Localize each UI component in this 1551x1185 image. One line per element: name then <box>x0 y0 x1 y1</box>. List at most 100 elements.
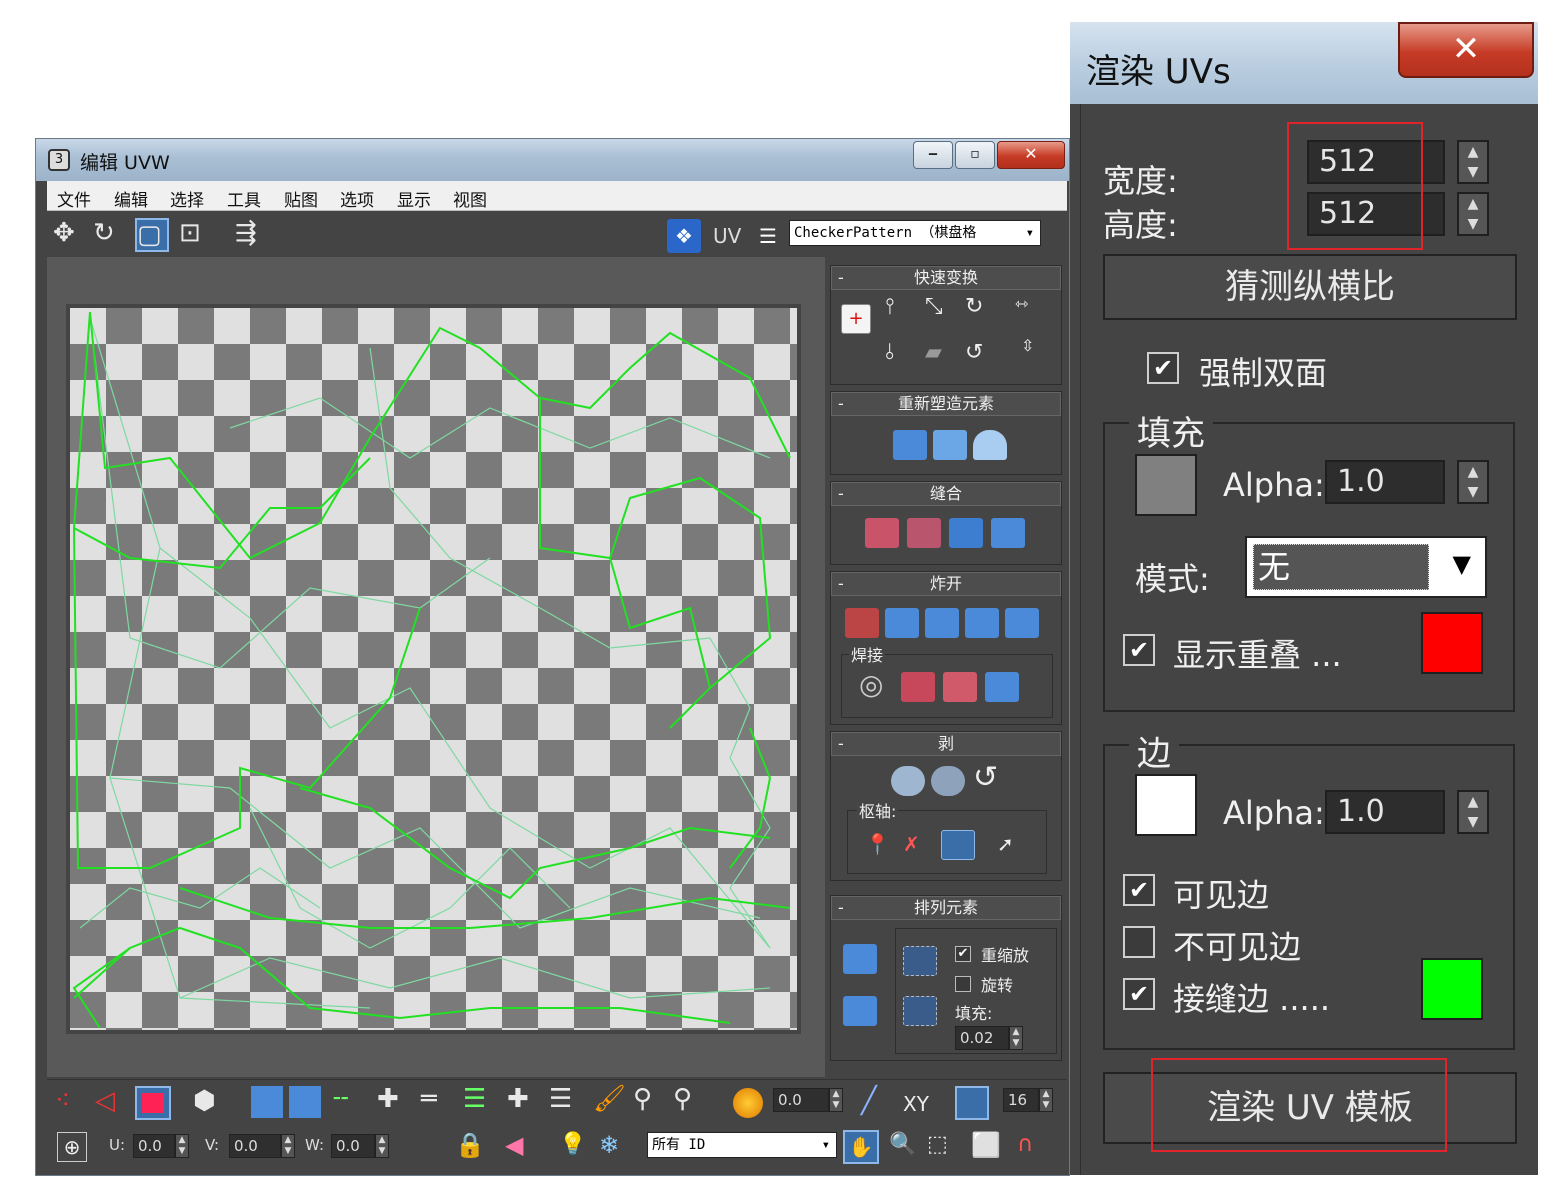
v-spinner[interactable]: ▲ ▼ <box>281 1134 295 1158</box>
grid-size-input[interactable]: 16 <box>1003 1088 1039 1112</box>
weld-target-icon[interactable]: ◎ <box>859 668 883 701</box>
reset-peel-icon[interactable]: ↺ <box>973 760 998 795</box>
stitch-custom-icon[interactable] <box>991 518 1025 548</box>
menu-options[interactable]: 选项 <box>340 186 374 211</box>
unpin-icon[interactable]: ✗ <box>903 832 920 856</box>
w-input[interactable]: 0.0 <box>331 1134 375 1158</box>
pack-normalize-icon[interactable] <box>843 944 877 974</box>
w-spinner[interactable]: ▲ ▼ <box>375 1134 389 1158</box>
force-two-sided-checkbox[interactable]: ✔ <box>1147 352 1179 384</box>
uv-mode-icon[interactable]: ❖ <box>667 219 701 253</box>
pack-rescale-icon[interactable] <box>903 996 937 1026</box>
rotate-icon[interactable]: ↻ <box>93 218 115 248</box>
auto-pin-icon[interactable] <box>941 830 975 860</box>
paint-select-icon[interactable]: 🖌 <box>593 1084 626 1114</box>
polygon-mode-icon[interactable] <box>135 1086 171 1120</box>
ring-grow-icon[interactable]: ✚ <box>507 1084 529 1114</box>
grow-selection-icon[interactable] <box>251 1086 283 1118</box>
v-input[interactable]: 0.0 <box>229 1134 281 1158</box>
overlap-color-swatch[interactable] <box>1421 612 1483 674</box>
visible-edges-checkbox[interactable]: ✔ <box>1123 874 1155 906</box>
select-pins-icon[interactable]: ➚ <box>997 832 1014 856</box>
menu-file[interactable]: 文件 <box>57 186 91 211</box>
edge-alpha-input[interactable]: 1.0 <box>1325 790 1445 834</box>
id-filter-dropdown[interactable]: 所有 ID ▾ <box>647 1132 837 1158</box>
edge-color-swatch[interactable] <box>1135 774 1197 836</box>
freeze-icon[interactable]: ❄ <box>599 1130 619 1160</box>
rollout-header-reshape[interactable]: - 重新塑造元素 <box>831 392 1061 416</box>
guess-aspect-button[interactable]: 猜测纵横比 <box>1103 254 1517 320</box>
flatten-by-smoothing-icon[interactable] <box>1005 608 1039 638</box>
fill-alpha-input[interactable]: 1.0 <box>1325 460 1445 504</box>
stitch-to-average-icon[interactable] <box>907 518 941 548</box>
texture-dropdown[interactable]: CheckerPattern （棋盘格 ▾ <box>789 220 1041 246</box>
enlarge-brush-icon[interactable]: ⚲ <box>633 1084 652 1114</box>
uv-viewport-checker[interactable] <box>66 304 801 1034</box>
space-horizontal-icon[interactable]: ⇿ <box>1015 294 1028 313</box>
loop-grow-icon[interactable]: ✚ <box>377 1084 399 1114</box>
ring-icon[interactable]: ☰ <box>463 1084 486 1114</box>
edge-alpha-spinner[interactable]: ▲ ▼ <box>1457 790 1489 834</box>
straighten-icon[interactable]: ▰ <box>925 340 942 365</box>
detach-icon[interactable] <box>885 608 919 638</box>
filter-selected-icon[interactable]: ◀ <box>505 1130 523 1160</box>
padding-spinner[interactable]: ▲ ▼ <box>1009 1026 1023 1050</box>
rollout-header-quick-transform[interactable]: - 快速变换 <box>831 266 1061 290</box>
maximize-button[interactable]: ▫ <box>955 141 995 169</box>
rescale-checkbox[interactable]: ✔ <box>955 946 971 962</box>
rollout-header-peel[interactable]: -剥 <box>831 732 1061 756</box>
fill-alpha-spinner[interactable]: ▲ ▼ <box>1457 460 1489 504</box>
zoom-region-icon[interactable]: ⬚ <box>927 1130 948 1160</box>
texture-list-icon[interactable]: ☰ <box>759 224 777 248</box>
u-input[interactable]: 0.0 <box>133 1134 175 1158</box>
vertex-mode-icon[interactable]: ⁖ <box>55 1086 70 1116</box>
soft-selection-spinner[interactable]: ▲ ▼ <box>829 1088 843 1112</box>
fill-mode-dropdown[interactable]: 无 ▼ <box>1245 536 1487 598</box>
minimize-button[interactable]: ‒ <box>913 141 953 169</box>
soft-selection-icon[interactable] <box>733 1088 763 1118</box>
uv-label[interactable]: UV <box>713 224 741 248</box>
mirror-icon[interactable]: ⇶ <box>235 218 257 248</box>
padding-input[interactable]: 0.02 <box>955 1026 1009 1050</box>
element-mode-icon[interactable]: ⬢ <box>193 1086 216 1116</box>
invisible-edges-checkbox[interactable] <box>1123 926 1155 958</box>
soft-selection-input[interactable]: 0.0 <box>773 1088 829 1112</box>
weld-selected-icon[interactable] <box>901 672 935 702</box>
zoom-icon[interactable]: 🔍 <box>889 1130 916 1160</box>
peel-mode-icon[interactable] <box>931 766 965 796</box>
menu-select[interactable]: 选择 <box>170 186 204 211</box>
flatten-by-polygon-angle-icon[interactable] <box>925 608 959 638</box>
absolute-mode-icon[interactable]: ⊕ <box>57 1132 87 1162</box>
space-vertical-icon[interactable]: ⇳ <box>1021 336 1034 355</box>
uvw-title-bar[interactable]: 3 编辑 UVW ‒ ▫ ✕ <box>36 139 1069 181</box>
relax-icon[interactable] <box>933 430 967 460</box>
u-spinner[interactable]: ▲ ▼ <box>175 1134 189 1158</box>
falloff-icon[interactable]: ╱ <box>861 1086 877 1116</box>
rollout-header-arrange[interactable]: - 排列元素 <box>831 896 1061 920</box>
rollout-header-stitch[interactable]: - 缝合 <box>831 482 1061 506</box>
xy-label[interactable]: XY <box>903 1092 929 1116</box>
relax-polygon-icon[interactable] <box>973 430 1007 460</box>
width-spinner[interactable]: ▲ ▼ <box>1457 140 1489 184</box>
grid-snap-icon[interactable] <box>955 1086 989 1120</box>
edge-mode-icon[interactable]: ◁ <box>95 1086 115 1116</box>
loop-icon[interactable]: ╌ <box>333 1084 349 1114</box>
rotate-checkbox[interactable] <box>955 976 971 992</box>
hide-icon[interactable]: 💡 <box>559 1130 586 1160</box>
ring-shrink-icon[interactable]: ☰ <box>549 1084 572 1114</box>
move-icon[interactable]: ✥ <box>53 218 75 248</box>
seam-edges-checkbox[interactable]: ✔ <box>1123 978 1155 1010</box>
render-title-bar[interactable]: 渲染 UVs ✕ <box>1070 22 1538 104</box>
weld-all-icon[interactable] <box>985 672 1019 702</box>
lock-icon[interactable]: 🔒 <box>455 1130 485 1160</box>
flatten-by-material-icon[interactable] <box>965 608 999 638</box>
snap-icon[interactable]: ∩ <box>1017 1130 1033 1160</box>
align-diagonal-icon[interactable]: ⤡ <box>925 294 943 319</box>
close-button[interactable]: ✕ <box>997 141 1065 169</box>
seam-color-swatch[interactable] <box>1421 958 1483 1020</box>
freeform-icon[interactable]: ⊡ <box>179 218 201 248</box>
height-spinner[interactable]: ▲ ▼ <box>1457 192 1489 236</box>
rollout-header-explode[interactable]: - 炸开 <box>831 572 1061 596</box>
scale-icon[interactable]: ▢ <box>135 218 169 252</box>
stitch-to-source-icon[interactable] <box>949 518 983 548</box>
